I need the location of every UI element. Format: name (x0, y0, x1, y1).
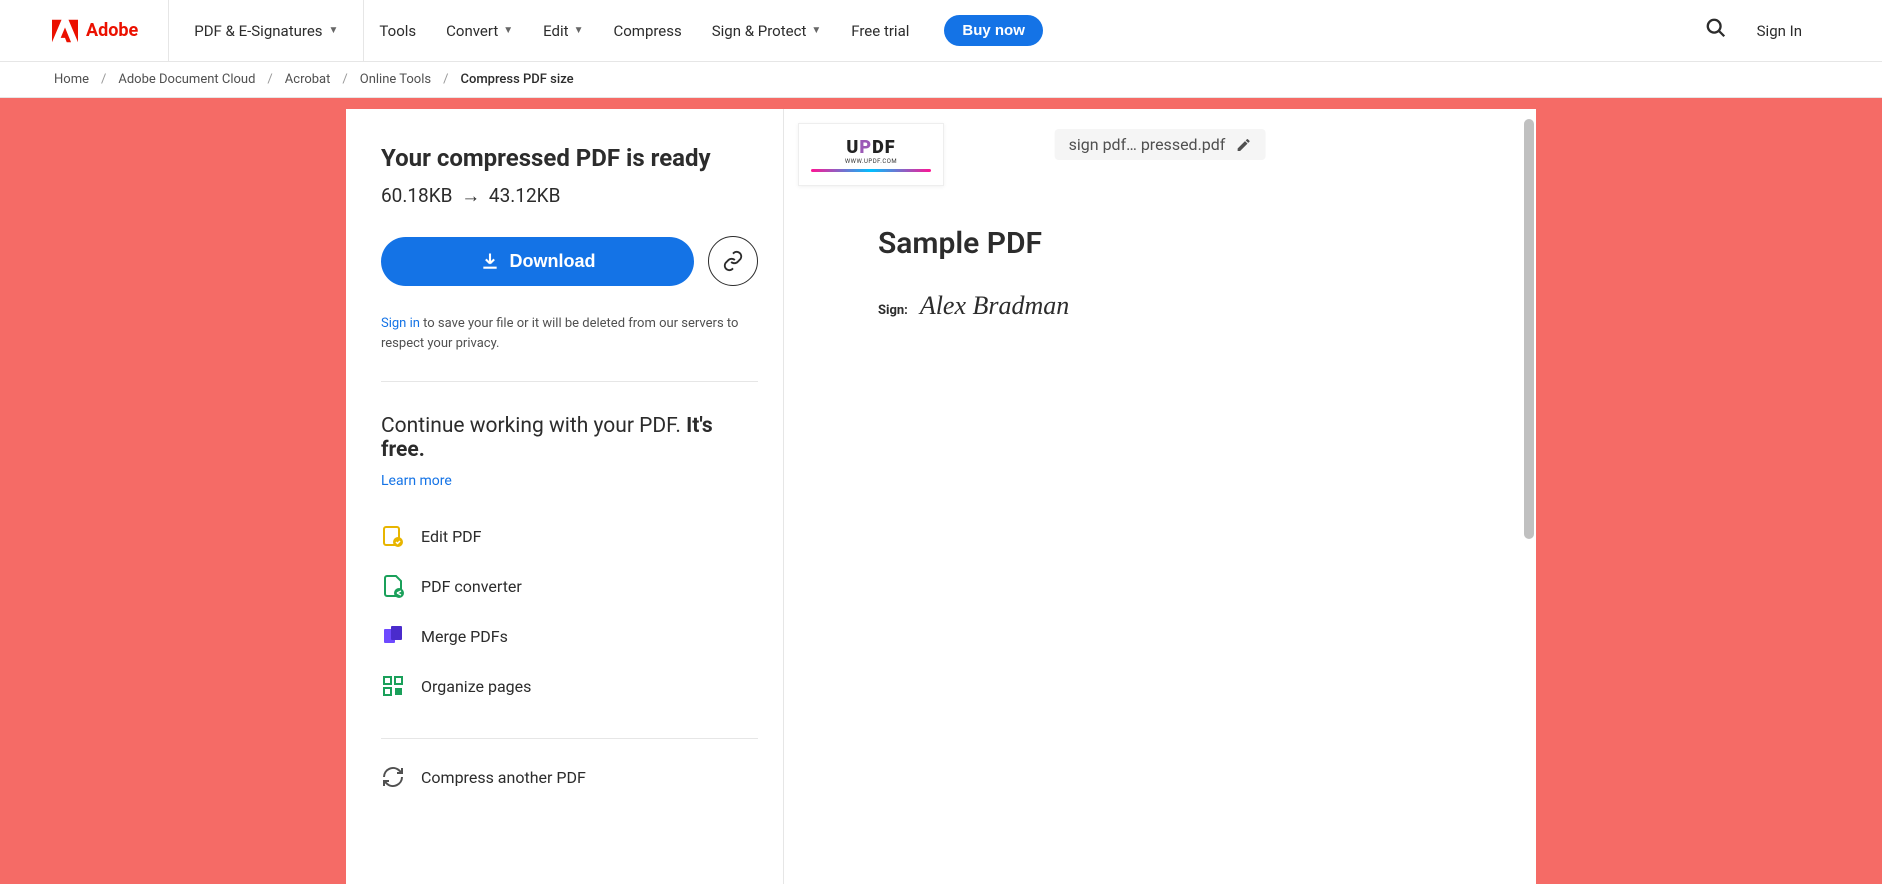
breadcrumb-sep: / (443, 72, 448, 87)
chevron-down-icon: ▼ (811, 25, 821, 36)
adobe-logo: Adobe (52, 19, 138, 43)
download-icon (480, 251, 500, 271)
merge-pdfs-icon (381, 624, 405, 648)
edit-pdf-icon (381, 524, 405, 548)
signin-link[interactable]: Sign in (381, 316, 420, 331)
learn-more-link[interactable]: Learn more (381, 473, 452, 489)
breadcrumb-sep: / (101, 72, 106, 87)
breadcrumb-doc-cloud[interactable]: Adobe Document Cloud (118, 72, 255, 87)
nav-tools[interactable]: Tools (364, 0, 431, 61)
pdf-preview-body: Sample PDF Sign: Alex Bradman (798, 186, 1522, 341)
chevron-down-icon: ▼ (503, 25, 513, 36)
header-right: Sign In (1705, 17, 1862, 44)
arrow-right-icon: → (461, 184, 480, 208)
right-panel: sign pdf… pressed.pdf UPDF WWW.UPDF.COM … (784, 109, 1536, 884)
continue-section: Continue working with your PDF. It's fre… (381, 382, 758, 789)
nav-sign-protect[interactable]: Sign & Protect▼ (697, 0, 837, 61)
breadcrumb-home[interactable]: Home (54, 72, 89, 87)
breadcrumb-current: Compress PDF size (460, 72, 573, 87)
sign-row: Sign: Alex Bradman (878, 291, 1442, 321)
size-after: 43.12KB (489, 184, 560, 207)
link-icon (722, 250, 744, 272)
tool-merge-pdfs[interactable]: Merge PDFs (381, 624, 758, 648)
updf-logo: UPDF (846, 137, 895, 158)
nav-free-trial[interactable]: Free trial (836, 0, 924, 61)
adobe-logo-icon (52, 19, 78, 43)
sign-name: Alex Bradman (920, 291, 1069, 321)
search-icon[interactable] (1705, 17, 1727, 44)
file-name-bar[interactable]: sign pdf… pressed.pdf (1055, 129, 1266, 160)
pdf-converter-icon (381, 574, 405, 598)
sign-label: Sign: (878, 303, 908, 318)
ready-title: Your compressed PDF is ready (381, 144, 758, 172)
nav-edit[interactable]: Edit▼ (528, 0, 598, 61)
file-name-text: sign pdf… pressed.pdf (1069, 135, 1226, 154)
chevron-down-icon: ▼ (574, 25, 584, 36)
buy-now-button[interactable]: Buy now (944, 15, 1043, 46)
tool-pdf-converter[interactable]: PDF converter (381, 574, 758, 598)
header-bar: Adobe PDF & E-Signatures ▼ Tools Convert… (0, 0, 1882, 62)
action-row: Download (381, 236, 758, 286)
updf-url: WWW.UPDF.COM (845, 158, 897, 165)
tool-organize-pages[interactable]: Organize pages (381, 674, 758, 698)
size-info: 60.18KB → 43.12KB (381, 184, 758, 208)
pdf-title: Sample PDF (878, 226, 1442, 261)
updf-bar (811, 169, 931, 172)
nav-compress[interactable]: Compress (598, 0, 696, 61)
breadcrumb-sep: / (342, 72, 347, 87)
nav-items: Tools Convert▼ Edit▼ Compress Sign & Pro… (364, 0, 1042, 61)
tool-edit-pdf[interactable]: Edit PDF (381, 524, 758, 548)
edit-pencil-icon[interactable] (1235, 137, 1251, 153)
logo-section[interactable]: Adobe (0, 0, 169, 61)
signin-message: Sign in to save your file or it will be … (381, 314, 758, 382)
compress-another-button[interactable]: Compress another PDF (381, 739, 758, 789)
pdf-thumbnail[interactable]: UPDF WWW.UPDF.COM (798, 123, 944, 186)
breadcrumb-acrobat[interactable]: Acrobat (285, 72, 331, 87)
download-button[interactable]: Download (381, 237, 694, 286)
breadcrumb-sep: / (267, 72, 272, 87)
organize-pages-icon (381, 674, 405, 698)
chevron-down-icon: ▼ (329, 25, 339, 36)
tool-list: Edit PDF PDF converter Merge PDFs Organi… (381, 524, 758, 739)
breadcrumb: Home / Adobe Document Cloud / Acrobat / … (0, 62, 1882, 98)
nav-convert[interactable]: Convert▼ (431, 0, 528, 61)
nav-pdf-esignatures[interactable]: PDF & E-Signatures ▼ (169, 0, 364, 61)
main-background: Your compressed PDF is ready 60.18KB → 4… (0, 98, 1882, 884)
breadcrumb-online-tools[interactable]: Online Tools (360, 72, 431, 87)
workspace: Your compressed PDF is ready 60.18KB → 4… (346, 109, 1536, 884)
brand-name: Adobe (86, 20, 138, 41)
left-panel: Your compressed PDF is ready 60.18KB → 4… (346, 109, 784, 884)
refresh-icon (381, 765, 405, 789)
signin-top-link[interactable]: Sign In (1757, 22, 1802, 40)
continue-title: Continue working with your PDF. It's fre… (381, 414, 758, 462)
share-link-button[interactable] (708, 236, 758, 286)
scrollbar[interactable] (1524, 119, 1534, 539)
size-before: 60.18KB (381, 184, 452, 207)
